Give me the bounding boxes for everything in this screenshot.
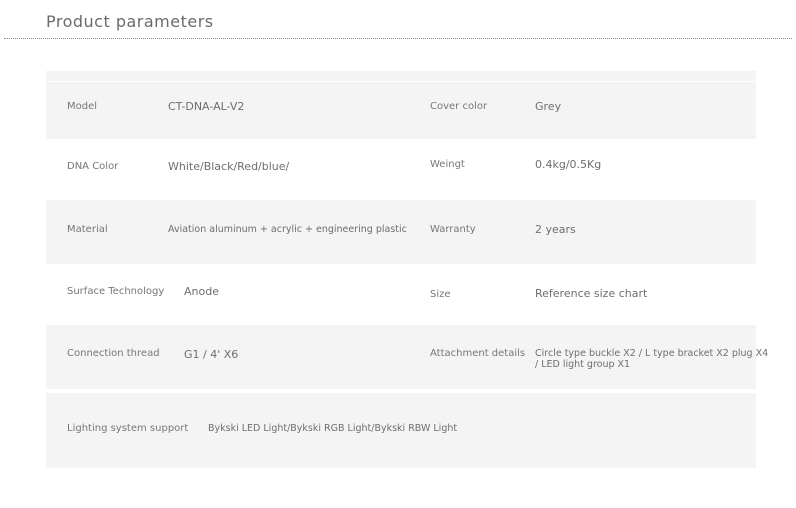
table-row-lighting: Lighting system support Bykski LED Light… — [46, 393, 756, 468]
dna-color-label: DNA Color — [67, 161, 119, 172]
weight-value: 0.4kg/0.5Kg — [535, 158, 602, 171]
parameters-table: Model CT-DNA-AL-V2 Cover color Grey DNA … — [46, 71, 768, 468]
model-label: Model — [67, 101, 98, 112]
lighting-system-label: Lighting system support — [67, 423, 189, 434]
warranty-value: 2 years — [535, 223, 576, 236]
attachment-details-value: Circle type buckle X2 / L type bracket X… — [535, 348, 769, 370]
table-row-model: Model CT-DNA-AL-V2 Cover color Grey — [46, 82, 756, 139]
lighting-system-value: Bykski LED Light/Bykski RGB Light/Bykski… — [208, 423, 458, 434]
material-label: Material — [67, 224, 108, 235]
size-value: Reference size chart — [535, 287, 648, 300]
dna-color-value: White/Black/Red/blue/ — [168, 160, 290, 173]
connection-thread-label: Connection thread — [67, 348, 160, 359]
warranty-label: Warranty — [430, 224, 476, 235]
title-divider — [4, 38, 792, 39]
table-row-surface: Surface Technology Anode Size Reference … — [46, 264, 756, 325]
surface-technology-value: Anode — [184, 285, 219, 298]
connection-thread-value: G1 / 4' X6 — [184, 348, 239, 361]
attachment-details-label: Attachment details — [430, 348, 526, 359]
cover-color-value: Grey — [535, 100, 562, 113]
table-row-connection: Connection thread G1 / 4' X6 Attachment … — [46, 325, 768, 389]
surface-technology-label: Surface Technology — [67, 286, 165, 297]
weight-label: Weingt — [430, 159, 465, 170]
table-row-material: Material Aviation aluminum + acrylic + e… — [46, 200, 756, 264]
table-row-top-strip — [46, 71, 756, 81]
model-value: CT-DNA-AL-V2 — [168, 100, 245, 113]
cover-color-label: Cover color — [430, 101, 488, 112]
size-label: Size — [430, 289, 451, 300]
table-row-dna-color: DNA Color White/Black/Red/blue/ Weingt 0… — [46, 139, 756, 200]
material-value: Aviation aluminum + acrylic + engineerin… — [168, 224, 407, 235]
page-title: Product parameters — [46, 12, 214, 31]
